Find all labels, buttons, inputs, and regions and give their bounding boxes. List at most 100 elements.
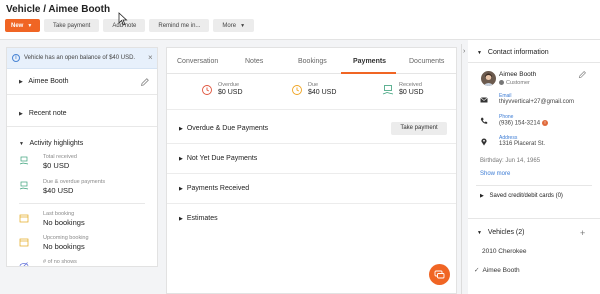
check-icon: ✓ [474, 267, 480, 274]
money-hand-icon [19, 181, 29, 190]
section-overdue-due[interactable]: ▶ Overdue & Due Payments Take payment [167, 114, 456, 144]
section-label: Overdue & Due Payments [186, 125, 269, 132]
activity-highlights-title: Activity highlights [29, 140, 84, 147]
clock-icon [202, 85, 212, 95]
take-payment-button[interactable]: Take payment [44, 19, 100, 32]
vehicle-item-selected[interactable]: ✓ Aimee Booth [474, 266, 520, 274]
highlight-value: $40 USD [43, 186, 74, 195]
caret-right-icon: ▶ [19, 79, 23, 85]
tab-notes[interactable]: Notes [245, 58, 263, 65]
vehicle-item-label: Aimee Booth [482, 267, 520, 274]
left-panel: i Vehicle has an open balance of $40 USD… [6, 47, 158, 267]
address-value: 1316 Placerat St. [499, 141, 546, 147]
remind-me-button[interactable]: Remind me in... [149, 19, 210, 32]
caret-right-icon: ▶ [19, 111, 23, 117]
highlight-label: Upcoming booking [43, 235, 89, 241]
section-not-yet-due[interactable]: ▶ Not Yet Due Payments [167, 144, 456, 174]
summary-label: Overdue [218, 82, 240, 88]
summary-label: Due [308, 82, 319, 88]
balance-alert: i Vehicle has an open balance of $40 USD… [7, 48, 157, 69]
more-button-label: More [222, 22, 237, 29]
caret-down-icon: ▼ [477, 50, 482, 56]
highlight-label: Last booking [43, 211, 75, 217]
warning-icon: ! [542, 120, 549, 126]
more-button[interactable]: More ▼ [213, 19, 255, 32]
new-button-label: New [11, 22, 24, 29]
new-button[interactable]: New ▼ [5, 19, 40, 32]
caret-right-icon: ▶ [480, 193, 484, 199]
customer-section-toggle[interactable]: ▶ Aimee Booth [19, 78, 69, 85]
recent-note-label: Recent note [28, 110, 67, 117]
calendar-icon [19, 214, 29, 223]
section-label: Payments Received [186, 185, 250, 192]
highlight-value: No bookings [43, 242, 85, 251]
person-icon [499, 80, 504, 86]
contact-type: Customer [499, 80, 530, 86]
contact-name: Aimee Booth [499, 71, 537, 78]
saved-cards-toggle[interactable]: ▶ Saved credit/debit cards (0) [480, 193, 563, 199]
phone-icon [480, 117, 488, 124]
take-payment-section-button[interactable]: Take payment [391, 122, 447, 135]
add-vehicle-icon[interactable]: + [580, 228, 585, 238]
caret-right-icon: ▶ [179, 216, 183, 222]
highlight-label: # of no shows [43, 259, 77, 265]
mail-icon [480, 97, 488, 103]
highlight-value: No bookings [43, 218, 85, 227]
eye-off-icon [19, 262, 29, 266]
highlight-value: 0 [43, 266, 47, 267]
contact-info-toggle[interactable]: ▼ Contact information [477, 49, 549, 56]
summary-value: $0 USD [399, 89, 424, 96]
chat-fab-button[interactable] [429, 264, 450, 285]
clock-icon [292, 85, 302, 95]
page-title: Vehicle / Aimee Booth [6, 4, 111, 15]
tab-conversation[interactable]: Conversation [177, 58, 218, 65]
caret-right-icon: ▶ [179, 186, 183, 192]
recent-note-toggle[interactable]: ▶ Recent note [19, 110, 67, 117]
show-more-link[interactable]: Show more [480, 171, 510, 177]
map-pin-icon [481, 138, 487, 146]
tab-payments[interactable]: Payments [353, 58, 386, 65]
summary-label: Received [399, 82, 422, 88]
section-label: Estimates [186, 215, 218, 222]
contact-type-label: Customer [506, 80, 530, 86]
caret-down-icon: ▼ [19, 141, 24, 147]
chat-icon [434, 270, 445, 279]
section-label: Not Yet Due Payments [186, 155, 258, 162]
vehicle-item[interactable]: 2010 Cherokee [482, 248, 526, 255]
highlight-label: Due & overdue payments [43, 179, 106, 185]
money-hand-icon [382, 85, 394, 95]
mouse-cursor-icon [118, 12, 128, 26]
email-value: thiyvvertical+27@gmail.com [499, 99, 574, 105]
caret-right-icon: ▶ [179, 156, 183, 162]
panel-splitter[interactable]: › [461, 44, 468, 294]
highlight-label: Total received [43, 154, 77, 160]
divider [468, 62, 600, 63]
chevron-down-icon: ▼ [27, 22, 33, 29]
divider [7, 126, 157, 127]
tab-bookings[interactable]: Bookings [298, 58, 327, 65]
payments-panel: Conversation Notes Bookings Payments Doc… [166, 47, 457, 294]
phone-value: (936) 154-3214! [499, 120, 549, 127]
vehicles-toggle[interactable]: ▼ Vehicles (2) [477, 229, 524, 236]
info-icon: i [12, 54, 20, 62]
section-payments-received[interactable]: ▶ Payments Received [167, 174, 456, 204]
divider [476, 185, 592, 186]
highlight-value: $0 USD [43, 161, 70, 170]
alert-text: Vehicle has an open balance of $40 USD. [24, 55, 136, 61]
customer-name: Aimee Booth [28, 78, 69, 85]
chevron-right-icon[interactable]: › [463, 48, 465, 55]
avatar [481, 71, 496, 86]
activity-highlights-toggle[interactable]: ▼ Activity highlights [19, 140, 83, 147]
pencil-icon[interactable] [140, 77, 150, 87]
divider [468, 218, 600, 219]
pencil-icon[interactable] [578, 70, 587, 79]
close-icon[interactable]: × [148, 53, 153, 62]
section-estimates[interactable]: ▶ Estimates [167, 204, 456, 234]
phone-number: (936) 154-3214 [499, 120, 541, 127]
saved-cards-label: Saved credit/debit cards (0) [489, 193, 563, 199]
summary-value: $40 USD [308, 89, 337, 96]
contact-info-title: Contact information [487, 49, 549, 56]
tab-documents[interactable]: Documents [409, 58, 444, 65]
payment-summary: Overdue $0 USD Due $40 USD Received $0 U… [167, 74, 456, 110]
tab-bar: Conversation Notes Bookings Payments Doc… [167, 48, 456, 74]
